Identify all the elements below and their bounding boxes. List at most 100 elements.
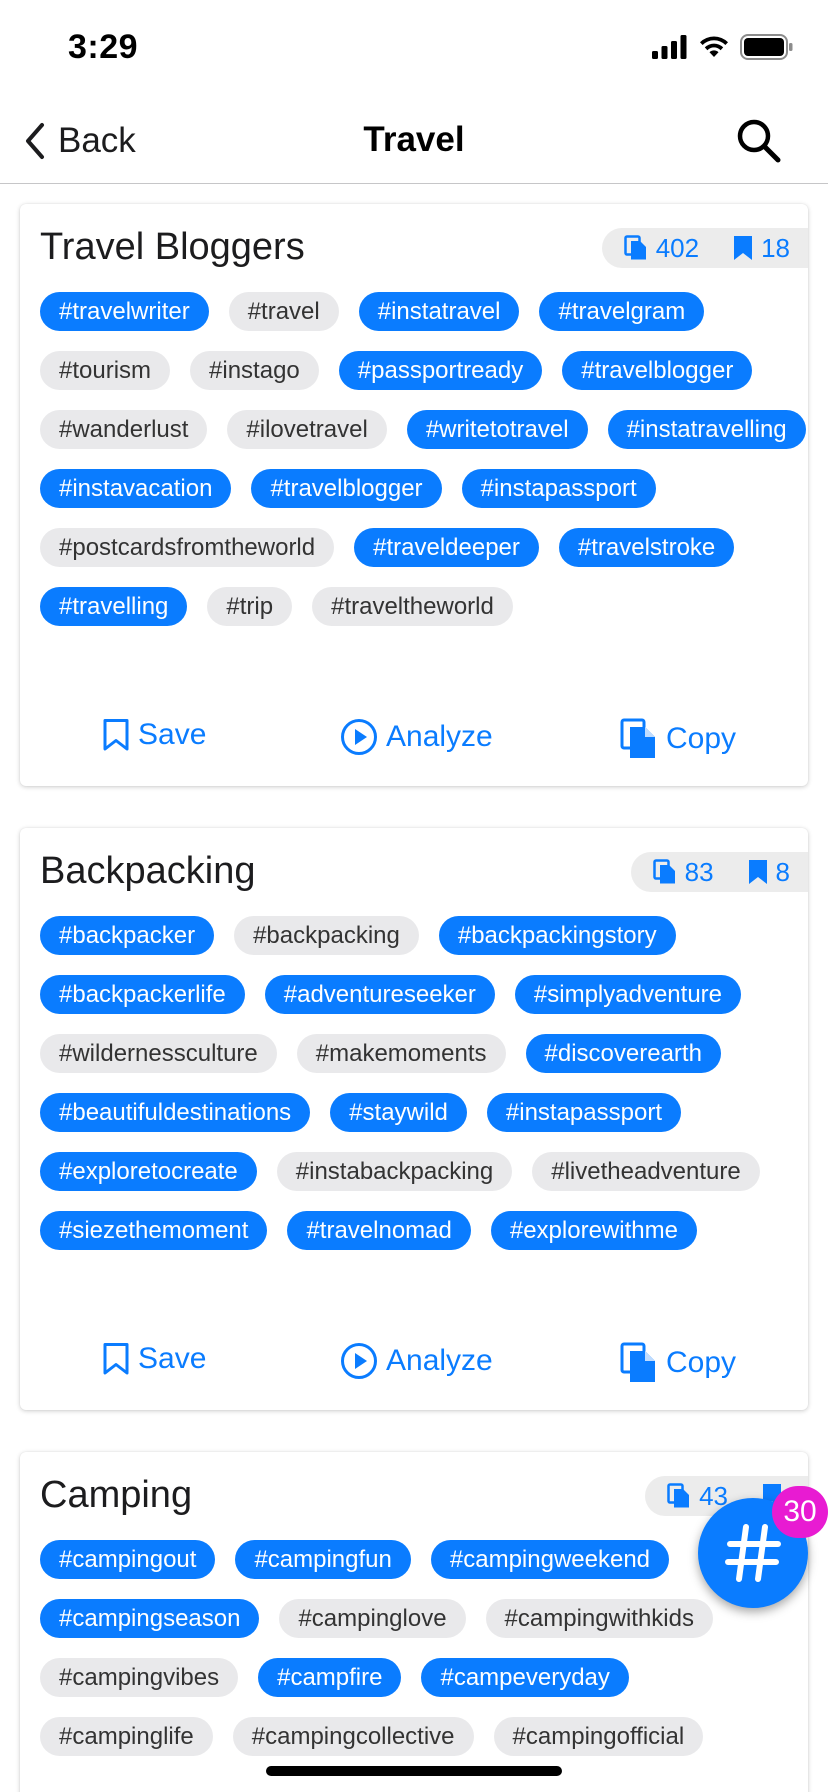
card-title: Travel Bloggers	[40, 226, 305, 268]
page-title: Travel	[363, 120, 465, 159]
hashtag-chip[interactable]: #traveldeeper	[354, 528, 539, 567]
bookmark-outline-icon	[103, 719, 129, 751]
hashtag-chip[interactable]: #campingweekend	[430, 1540, 670, 1579]
hashtag-chip[interactable]: #makemoments	[296, 1034, 506, 1073]
hashtag-chip[interactable]: #instapassport	[461, 469, 656, 508]
copy-button[interactable]: Copy	[620, 718, 736, 760]
hashtag-chip[interactable]: #instago	[190, 351, 319, 390]
hashtag-chip[interactable]: #backpacker	[40, 916, 215, 955]
hashtag-chip[interactable]: #instavacation	[40, 469, 232, 508]
posts-count-icon	[652, 859, 675, 884]
hashtag-chip[interactable]: #campingvibes	[40, 1658, 239, 1697]
hashtag-chip[interactable]: #travelwriter	[40, 292, 209, 331]
hashtag-chip[interactable]: #instatravel	[358, 292, 520, 331]
copy-button[interactable]: Copy	[620, 1342, 736, 1384]
hashtag-chip[interactable]: #explorewithme	[490, 1211, 697, 1250]
play-circle-icon	[341, 1343, 377, 1379]
copy-icon	[620, 718, 655, 758]
tag-list: #campingout #campingfun #campingweekend #ca…	[40, 1540, 810, 1756]
hashtag-chip[interactable]: #beautifuldestinations	[40, 1093, 311, 1132]
hashtag-chip[interactable]: #campingfun	[235, 1540, 411, 1579]
hashtag-chip[interactable]: #staywild	[330, 1093, 467, 1132]
analyze-label: Analyze	[386, 720, 493, 753]
hashtag-chip[interactable]: #campingcollective	[232, 1717, 474, 1756]
hashtag-chip[interactable]: #backpackerlife	[40, 975, 245, 1014]
hashtag-chip[interactable]: #campinglife	[40, 1717, 213, 1756]
hashtag-chip[interactable]: #siezethemoment	[40, 1211, 268, 1250]
posts-count: 402	[655, 232, 700, 263]
search-button[interactable]	[734, 116, 784, 166]
hashtag-chip[interactable]: #travelling	[40, 587, 188, 626]
hashtag-set-card: Backpacking 83 8 #backpacker #backpacking…	[20, 828, 808, 1410]
analyze-button[interactable]: Analyze	[340, 1342, 493, 1380]
hashtag-chip[interactable]: #passportready	[338, 351, 543, 390]
card-title: Camping	[40, 1474, 193, 1516]
hashtag-chip[interactable]: #travelstroke	[558, 528, 735, 567]
save-button[interactable]: Save	[102, 1342, 206, 1376]
hashtag-chip[interactable]: #instabackpacking	[276, 1152, 513, 1191]
analyze-button[interactable]: Analyze	[340, 718, 493, 756]
hashtag-icon	[725, 1524, 781, 1582]
cellular-signal-icon	[652, 35, 687, 59]
hashtag-chip[interactable]: #travelgram	[539, 292, 705, 331]
hashtag-chip[interactable]: #travelnomad	[287, 1211, 471, 1250]
hashtag-chip[interactable]: #discoverearth	[525, 1034, 721, 1073]
hashtag-chip[interactable]: #campeveryday	[421, 1658, 629, 1697]
hashtag-chip[interactable]: #campingwithkids	[485, 1599, 713, 1638]
hashtag-chip[interactable]: #simplyadventure	[514, 975, 742, 1014]
hashtag-chip[interactable]: #campfire	[258, 1658, 402, 1697]
selected-count-badge: 30	[772, 1486, 828, 1538]
save-label: Save	[138, 1342, 207, 1375]
hashtag-chip[interactable]: #postcardsfromtheworld	[40, 528, 335, 567]
status-bar: 3:29	[0, 0, 828, 100]
battery-icon	[740, 34, 793, 60]
saves-count: 8	[775, 856, 790, 887]
hashtag-chip[interactable]: #campingofficial	[493, 1717, 704, 1756]
save-label: Save	[138, 718, 207, 751]
home-indicator	[266, 1766, 562, 1776]
status-icons	[652, 34, 794, 60]
hashtag-chip[interactable]: #campinglove	[279, 1599, 466, 1638]
tag-list: #travelwriter #travel #instatravel #travelg…	[40, 292, 810, 626]
card-stats: 402 18	[601, 228, 808, 268]
bookmark-icon	[748, 860, 767, 884]
hashtag-chip[interactable]: #backpackingstory	[438, 916, 676, 955]
card-title: Backpacking	[40, 850, 256, 892]
hashtag-chip[interactable]: #instatravelling	[607, 410, 806, 449]
hashtag-chip[interactable]: #travelblogger	[251, 469, 442, 508]
saves-count: 18	[761, 232, 790, 263]
hashtag-chip[interactable]: #exploretocreate	[40, 1152, 257, 1191]
hashtag-chip[interactable]: #traveltheworld	[312, 587, 513, 626]
hashtag-chip[interactable]: #livetheadventure	[532, 1152, 760, 1191]
analyze-label: Analyze	[386, 1344, 493, 1377]
posts-count-icon	[623, 235, 646, 260]
hashtag-chip[interactable]: #writetotravel	[406, 410, 588, 449]
hashtag-chip[interactable]: #wanderlust	[40, 410, 208, 449]
hashtag-chip[interactable]: #travelblogger	[562, 351, 753, 390]
bookmark-icon	[734, 236, 753, 260]
status-time: 3:29	[68, 28, 139, 66]
hashtag-chip[interactable]: #travel	[228, 292, 339, 331]
navigation-bar: Back Travel	[0, 100, 828, 184]
play-circle-icon	[341, 719, 377, 755]
hashtag-set-card: Camping 43 #campingout #campingfun #campin…	[20, 1452, 808, 1792]
hashtag-chip[interactable]: #campingout	[40, 1540, 216, 1579]
hashtag-chip[interactable]: #wildernessculture	[40, 1034, 277, 1073]
hashtag-chip[interactable]: #instapassport	[486, 1093, 681, 1132]
card-actions: Save Analyze Copy	[20, 718, 808, 764]
save-button[interactable]: Save	[102, 718, 206, 752]
wifi-icon	[700, 36, 728, 57]
copy-icon	[620, 1342, 655, 1382]
hashtag-chip[interactable]: #ilovetravel	[227, 410, 387, 449]
search-icon	[737, 119, 781, 163]
hashtag-chip[interactable]: #trip	[207, 587, 293, 626]
posts-count-icon	[667, 1483, 690, 1508]
hashtag-chip[interactable]: #campingseason	[40, 1599, 260, 1638]
bookmark-outline-icon	[103, 1343, 129, 1375]
hashtag-chip[interactable]: #backpacking	[234, 916, 419, 955]
hashtag-chip[interactable]: #adventureseeker	[264, 975, 495, 1014]
posts-count: 83	[684, 856, 714, 887]
hashtag-chip[interactable]: #tourism	[40, 351, 171, 390]
copy-label: Copy	[666, 1346, 737, 1379]
tag-list: #backpacker #backpacking #backpackingstory…	[40, 916, 810, 1250]
